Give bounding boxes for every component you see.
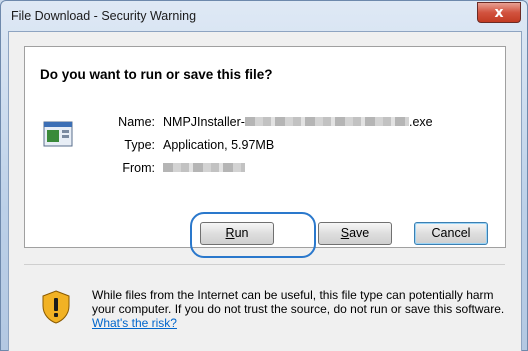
- cancel-label: Cancel: [431, 226, 471, 240]
- whats-the-risk-link[interactable]: What's the risk?: [92, 316, 177, 330]
- cancel-button[interactable]: Cancel: [414, 222, 488, 245]
- type-label: Type:: [124, 138, 155, 152]
- file-name-suffix: .exe: [408, 115, 433, 129]
- file-source-value: [163, 161, 245, 175]
- file-name-prefix: NMPJInstaller-: [163, 115, 245, 129]
- redacted-block: [163, 163, 245, 172]
- name-label: Name:: [118, 115, 155, 129]
- security-warning-text: While files from the Internet can be use…: [92, 288, 512, 330]
- save-label: ave: [349, 226, 370, 240]
- run-label: un: [234, 226, 249, 240]
- from-label: From:: [122, 161, 155, 175]
- warning-message: While files from the Internet can be use…: [92, 288, 505, 316]
- title-bar[interactable]: File Download - Security Warning x: [1, 1, 527, 31]
- window-title: File Download - Security Warning: [11, 9, 197, 23]
- application-exe-icon: [43, 121, 73, 147]
- divider: [24, 264, 505, 265]
- file-info-panel: Do you want to run or save this file? Na…: [24, 46, 506, 258]
- save-accel: S: [340, 226, 350, 240]
- file-type-value: Application, 5.97MB: [163, 138, 275, 152]
- run-button[interactable]: Run: [200, 222, 274, 245]
- redacted-block: [244, 117, 409, 126]
- save-button[interactable]: Save: [318, 222, 392, 245]
- shield-warning-icon: [41, 290, 71, 324]
- close-icon: x: [494, 4, 504, 21]
- dialog-window: File Download - Security Warning x Do yo…: [0, 0, 528, 351]
- close-button[interactable]: x: [477, 2, 521, 23]
- file-name-value: NMPJInstaller- .exe: [163, 115, 433, 129]
- dialog-body: Do you want to run or save this file? Na…: [8, 31, 522, 351]
- dialog-question: Do you want to run or save this file?: [40, 67, 273, 82]
- run-accel: R: [225, 226, 235, 240]
